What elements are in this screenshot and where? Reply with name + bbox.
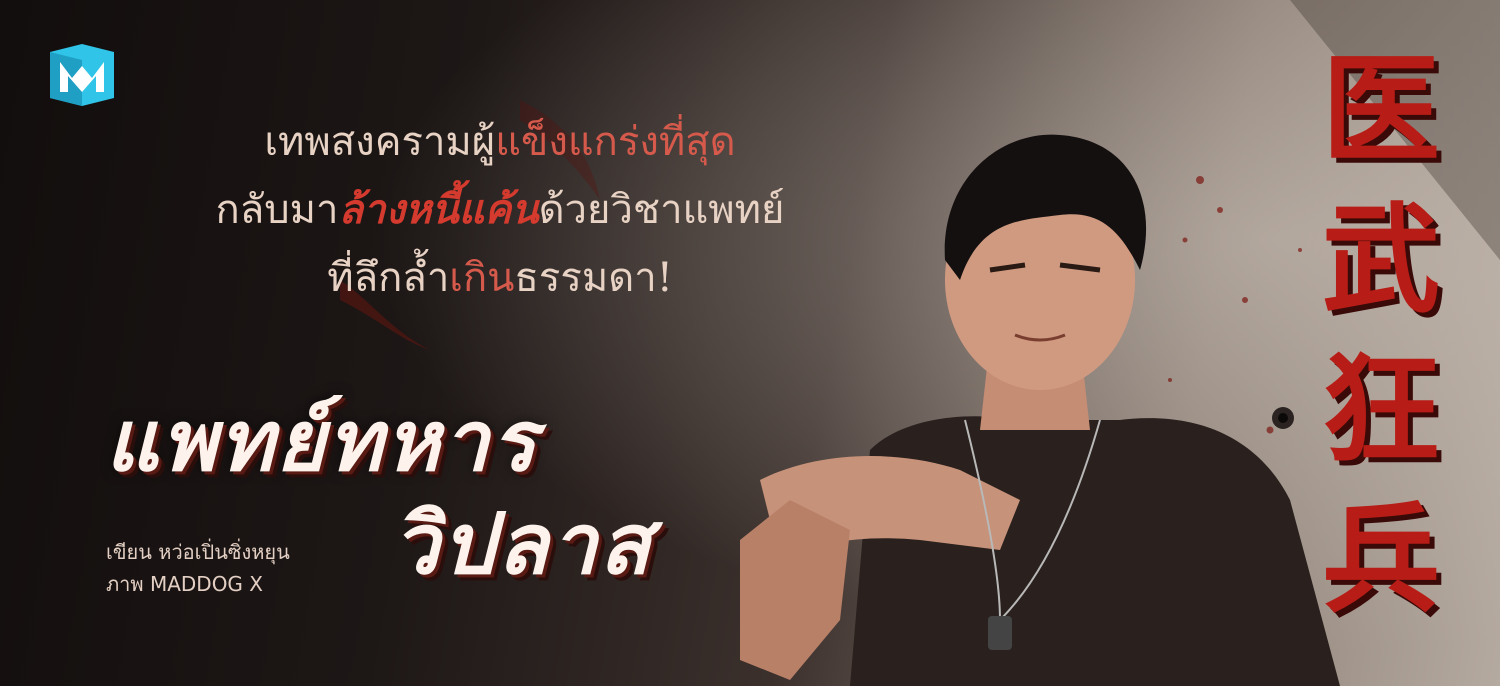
- writer-credit: เขียน หว่อเปิ่นซิ่งหยุน: [106, 540, 290, 564]
- credits: เขียน หว่อเปิ่นซิ่งหยุน ภาพ MADDOG X: [106, 536, 290, 600]
- artist-credit: ภาพ MADDOG X: [106, 572, 263, 596]
- book-m-logo-icon[interactable]: [44, 38, 120, 108]
- cn-char-2-face: 武: [1322, 190, 1440, 329]
- series-title-line-2: วิปลาส: [392, 495, 653, 593]
- cn-char-3-face: 狂: [1322, 340, 1440, 479]
- chinese-title: 医 医 武 武 狂 狂 兵 兵: [1322, 40, 1445, 634]
- cn-char-1-face: 医: [1322, 40, 1440, 179]
- manga-banner: เทพสงครามผู้แข็งแกร่งที่สุด กลับมาล้างหน…: [0, 0, 1500, 686]
- cn-char-4-face: 兵: [1322, 490, 1440, 629]
- character-illustration: [740, 134, 1340, 686]
- series-title: แพทย์ทหาร: [105, 392, 539, 490]
